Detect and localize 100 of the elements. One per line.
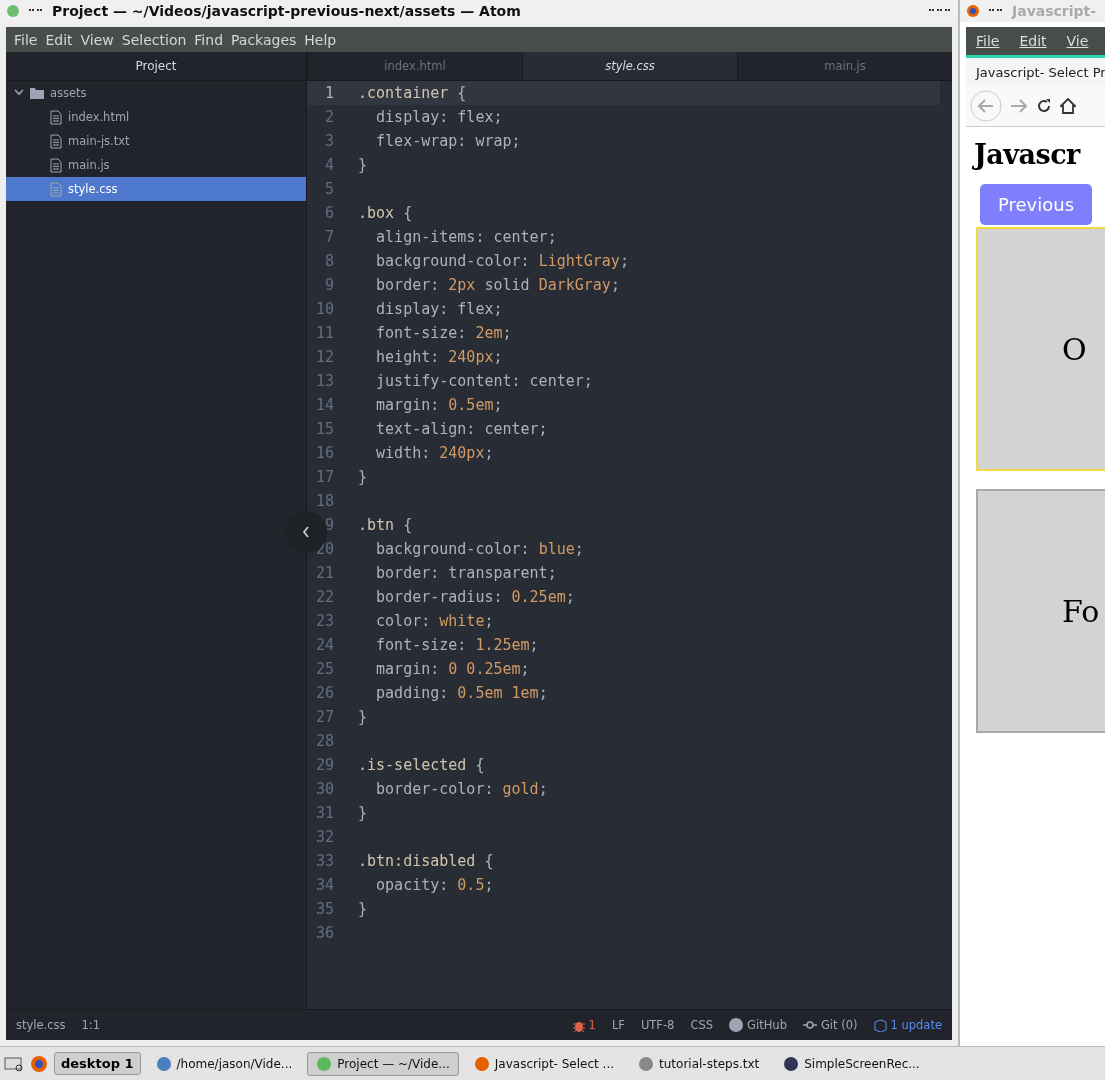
code-line: width: 240px; bbox=[375, 444, 494, 462]
menu-item[interactable]: Edit bbox=[1009, 33, 1057, 49]
folder-item[interactable]: assets bbox=[6, 81, 306, 105]
line-number: 24 bbox=[314, 636, 334, 654]
line-number: 6 bbox=[323, 204, 334, 222]
status-file[interactable]: style.css bbox=[16, 1018, 66, 1032]
show-desktop-icon[interactable] bbox=[4, 1055, 24, 1072]
line-number: 21 bbox=[314, 564, 334, 582]
code-line: display: flex; bbox=[375, 108, 503, 126]
line-number: 35 bbox=[314, 900, 334, 918]
line-number: 3 bbox=[323, 132, 334, 150]
file-icon bbox=[50, 109, 62, 125]
line-number: 5 bbox=[323, 180, 334, 198]
folder-icon bbox=[30, 87, 44, 99]
git-button[interactable]: Git (0) bbox=[802, 1018, 858, 1032]
line-number: 11 bbox=[314, 324, 334, 342]
taskbar-item[interactable]: SimpleScreenRec... bbox=[774, 1051, 929, 1076]
line-number: 16 bbox=[314, 444, 334, 462]
code-line: height: 240px; bbox=[375, 348, 503, 366]
code-line: background-color: LightGray; bbox=[375, 252, 629, 270]
code-line: display: flex; bbox=[375, 300, 503, 318]
line-number: 17 bbox=[314, 468, 334, 486]
line-number: 33 bbox=[314, 852, 334, 870]
taskbar-item[interactable]: Project — ~/Vide... bbox=[307, 1051, 459, 1076]
line-ending[interactable]: LF bbox=[611, 1018, 625, 1032]
menu-item[interactable]: Edit bbox=[41, 31, 77, 48]
editor-tab[interactable]: style.css bbox=[522, 52, 737, 80]
code-line: .box { bbox=[358, 204, 413, 222]
window-title: Project — ~/Videos/javascript-previous-next/assets — Atom bbox=[52, 3, 521, 19]
code-line: padding: 0.5em 1em; bbox=[375, 684, 548, 702]
reload-icon[interactable] bbox=[1036, 98, 1052, 114]
menu-item[interactable]: Vie bbox=[1056, 33, 1099, 49]
line-number: 7 bbox=[323, 228, 334, 246]
code-line: align-items: center; bbox=[375, 228, 557, 246]
line-number: 15 bbox=[314, 420, 334, 438]
taskbar-item[interactable]: tutorial-steps.txt bbox=[629, 1051, 769, 1076]
cursor-position[interactable]: 1:1 bbox=[81, 1018, 101, 1032]
menu-item[interactable]: File bbox=[10, 31, 42, 48]
line-number: 36 bbox=[314, 924, 334, 942]
line-number: 32 bbox=[314, 828, 334, 846]
taskbar-item[interactable]: /home/jason/Vide... bbox=[146, 1051, 302, 1076]
page-heading: Javascr bbox=[974, 139, 1080, 170]
line-number: 4 bbox=[323, 156, 334, 174]
home-icon[interactable] bbox=[1060, 98, 1076, 114]
line-number: 29 bbox=[314, 756, 334, 774]
firefox-icon bbox=[966, 4, 980, 18]
project-file[interactable]: index.html bbox=[6, 105, 306, 129]
package-icon bbox=[873, 1018, 887, 1032]
code-line: .is-selected { bbox=[358, 756, 485, 774]
menu-item[interactable]: Selection bbox=[117, 31, 191, 48]
commit-icon bbox=[802, 1021, 817, 1029]
line-number: 14 bbox=[314, 396, 334, 414]
taskbar-item[interactable]: Javascript- Select ... bbox=[464, 1051, 624, 1076]
menu-item[interactable]: Help bbox=[300, 31, 341, 48]
menu-item[interactable]: Packages bbox=[227, 31, 301, 48]
update-link[interactable]: 1 update bbox=[873, 1018, 942, 1032]
encoding[interactable]: UTF-8 bbox=[640, 1018, 675, 1032]
menu-item[interactable]: File bbox=[966, 33, 1010, 49]
chevron-left-icon bbox=[302, 526, 310, 538]
line-number: 22 bbox=[314, 588, 334, 606]
code-line: font-size: 2em; bbox=[375, 324, 512, 342]
code-line: margin: 0.5em; bbox=[375, 396, 503, 414]
browser-tab[interactable]: Javascript- Select Pr bbox=[966, 58, 1105, 86]
line-number: 28 bbox=[314, 732, 334, 750]
line-number: 27 bbox=[314, 708, 334, 726]
code-line: flex-wrap: wrap; bbox=[375, 132, 521, 150]
line-number: 8 bbox=[323, 252, 334, 270]
code-line: opacity: 0.5; bbox=[375, 876, 494, 894]
github-button[interactable]: GitHub bbox=[729, 1018, 787, 1032]
issues-indicator[interactable]: 1 bbox=[572, 1018, 596, 1032]
line-number: 25 bbox=[314, 660, 334, 678]
menu-item[interactable]: View bbox=[76, 31, 118, 48]
code-line: } bbox=[358, 804, 368, 822]
line-number: 13 bbox=[314, 372, 334, 390]
line-number: 18 bbox=[314, 492, 334, 510]
app-icon bbox=[783, 1055, 800, 1072]
line-number: 10 bbox=[314, 300, 334, 318]
code-line: } bbox=[358, 156, 368, 174]
line-number: 34 bbox=[314, 876, 334, 894]
previous-button[interactable]: Previous bbox=[980, 184, 1093, 225]
project-file[interactable]: style.css bbox=[6, 177, 306, 201]
code-line: } bbox=[358, 708, 368, 726]
app-icon bbox=[316, 1055, 333, 1072]
desktop-switcher[interactable]: desktop 1 bbox=[54, 1052, 141, 1075]
menu-item[interactable]: Find bbox=[190, 31, 227, 48]
app-icon bbox=[473, 1055, 490, 1072]
file-icon bbox=[50, 157, 62, 173]
file-icon bbox=[50, 181, 62, 197]
project-file[interactable]: main.js bbox=[6, 153, 306, 177]
code-line: } bbox=[358, 900, 368, 918]
window-title: Javascript- bbox=[1012, 3, 1097, 19]
code-line: background-color: blue; bbox=[375, 540, 584, 558]
line-number: 1 bbox=[323, 84, 334, 102]
line-number: 31 bbox=[314, 804, 334, 822]
file-icon bbox=[50, 133, 62, 149]
firefox-icon[interactable] bbox=[30, 1054, 48, 1073]
project-file[interactable]: main-js.txt bbox=[6, 129, 306, 153]
grammar[interactable]: CSS bbox=[690, 1018, 714, 1032]
app-icon bbox=[6, 4, 20, 18]
code-line: justify-content: center; bbox=[375, 372, 593, 390]
